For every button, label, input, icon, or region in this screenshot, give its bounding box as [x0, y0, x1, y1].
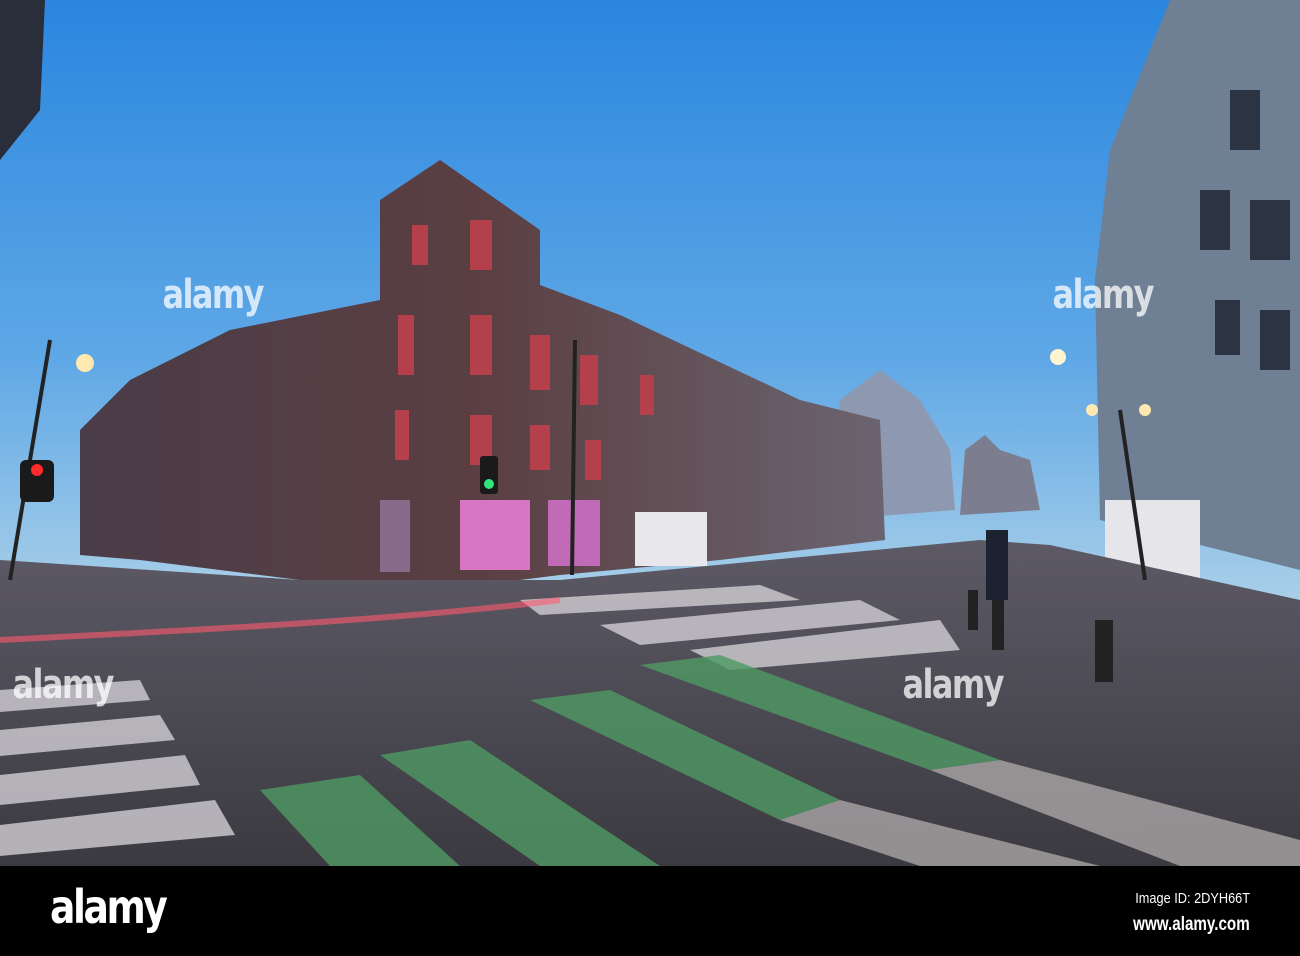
watermark: alamy	[162, 272, 265, 318]
alamy-logo: alamy	[50, 880, 168, 934]
footer-bar: alamy Image ID: 2DYH66T www.alamy.com	[0, 866, 1300, 956]
pedestrian	[986, 530, 1008, 600]
website-link: www.alamy.com	[1133, 914, 1250, 935]
street-photo	[0, 0, 1300, 866]
watermark: alamy	[902, 662, 1005, 708]
watermark: alamy	[12, 662, 115, 708]
watermark: alamy	[1052, 272, 1155, 318]
image-id: Image ID: 2DYH66T	[1135, 890, 1250, 907]
